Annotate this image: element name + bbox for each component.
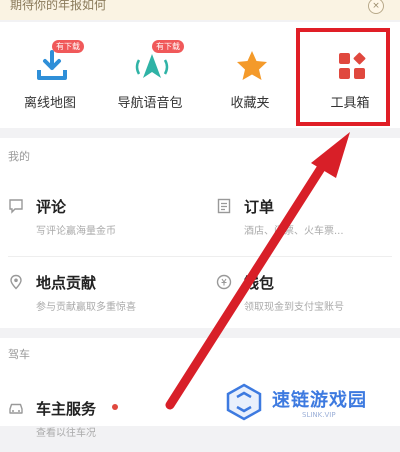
car-icon: [9, 403, 23, 414]
list-item-title: 钱包: [244, 274, 275, 292]
list-item-subtitle: 酒店、门票、火车票...: [244, 226, 344, 237]
list-item-title: 车主服务: [36, 400, 97, 418]
quick-action-label: 导航语音包: [117, 96, 183, 111]
quick-action-label: 收藏夹: [230, 96, 270, 111]
watermark: 速链游戏园 SLINK.VIP: [224, 380, 394, 426]
quick-action-label: 离线地图: [23, 96, 76, 111]
quick-actions-card: 有下载 离线地图 有下载 导航语音包 收藏夹 工具箱: [0, 22, 400, 128]
mine-section: 我的 评论 写评论赢海量金币 订单 酒店、门票、火车票... 地点贡献 参与贡献…: [0, 138, 400, 328]
list-item-subtitle: 写评论赢海量金币: [36, 226, 116, 237]
list-item-subtitle: 查看以往车况: [36, 428, 96, 439]
comment-icon: [9, 199, 23, 214]
star-icon: [237, 51, 267, 80]
download-icon: [37, 50, 67, 80]
list-item-place-contribution[interactable]: 地点贡献 参与贡献赢取多重惊喜: [8, 272, 198, 326]
location-pin-icon: [10, 274, 22, 290]
list-item-title: 评论: [36, 198, 67, 216]
list-item-car-owner-service[interactable]: 车主服务 查看以往车况: [8, 398, 198, 452]
section-title-driving: 驾车: [8, 348, 30, 361]
notice-banner[interactable]: 期待你的年报如何 ×: [0, 0, 400, 20]
list-item-title: 订单: [244, 198, 275, 216]
watermark-logo-icon: [226, 383, 262, 421]
new-badge: 有下载: [152, 40, 184, 53]
wallet-icon: [216, 274, 232, 290]
watermark-subtext: SLINK.VIP: [302, 411, 336, 419]
list-item-orders[interactable]: 订单 酒店、门票、火车票...: [216, 196, 400, 250]
list-item-subtitle: 参与贡献赢取多重惊喜: [36, 302, 136, 313]
quick-action-favorites[interactable]: 收藏夹: [200, 22, 300, 128]
notice-banner-text: 期待你的年报如何: [10, 0, 107, 12]
close-icon[interactable]: ×: [368, 0, 384, 14]
list-item-wallet[interactable]: 钱包 领取现金到支付宝账号: [216, 272, 400, 326]
section-title-mine: 我的: [8, 150, 30, 163]
list-item-title: 地点贡献: [36, 274, 97, 292]
divider: [8, 256, 392, 257]
order-icon: [217, 198, 231, 214]
watermark-text: 速链游戏园: [272, 390, 367, 411]
toolbox-highlight-box: [296, 28, 390, 126]
list-item-subtitle: 领取现金到支付宝账号: [244, 302, 344, 313]
list-item-comment[interactable]: 评论 写评论赢海量金币: [8, 196, 198, 250]
notification-dot: [112, 404, 118, 410]
quick-action-offline-map[interactable]: 有下载 离线地图: [0, 22, 100, 128]
quick-action-voice-pack[interactable]: 有下载 导航语音包: [100, 22, 200, 128]
new-badge: 有下载: [52, 40, 84, 53]
voice-nav-icon: [135, 54, 169, 78]
